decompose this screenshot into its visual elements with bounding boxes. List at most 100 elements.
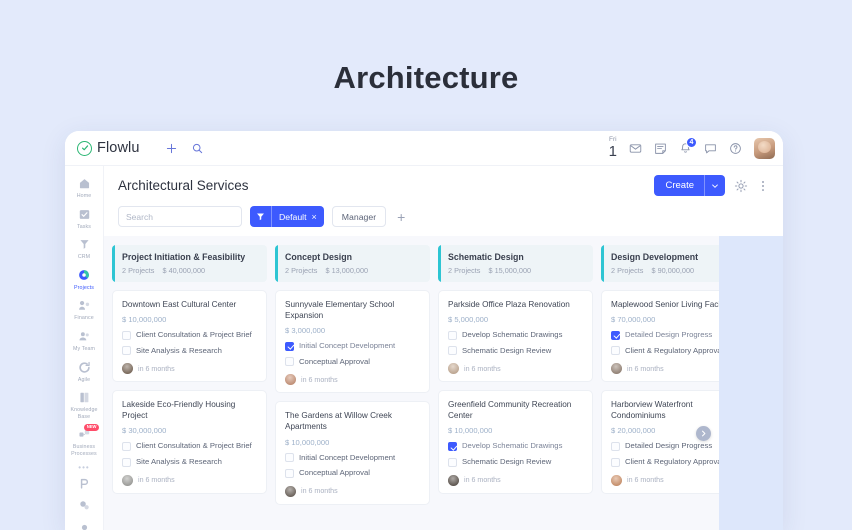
date-indicator[interactable]: Fri 1 (609, 136, 617, 159)
assignee-avatar[interactable] (611, 363, 622, 375)
help-icon[interactable] (729, 142, 742, 155)
column-meta: 2 Projects $ 15,000,000 (448, 266, 584, 275)
checkbox-icon[interactable] (122, 441, 131, 451)
assignee-avatar[interactable] (448, 474, 459, 486)
card-due: in 6 months (301, 487, 338, 496)
mail-icon[interactable] (629, 142, 642, 155)
add-view-button[interactable]: + (394, 210, 408, 224)
notes-icon[interactable] (654, 142, 667, 155)
view-tab-manager[interactable]: Manager (331, 206, 387, 227)
card-task[interactable]: Conceptual Approval (285, 357, 420, 367)
assignee-avatar[interactable] (285, 485, 296, 497)
sidebar-label-crm: CRM (77, 254, 91, 261)
app-window: Flowlu Fri 1 4 Home Tasks CRM Projects F… (65, 131, 783, 530)
sidebar-item-my-team[interactable]: My Team (65, 325, 103, 356)
sidebar-item-crm[interactable]: CRM (65, 233, 103, 264)
card-due: in 6 months (464, 476, 501, 485)
checkbox-icon[interactable] (611, 457, 620, 467)
card-task[interactable]: Site Analysis & Research (122, 346, 257, 356)
chevron-down-icon[interactable] (705, 175, 725, 196)
assignee-avatar[interactable] (285, 374, 296, 386)
brand-name: Flowlu (97, 140, 140, 156)
card-title: Parkside Office Plaza Renovation (448, 300, 570, 309)
sidebar-item-projects[interactable]: Projects (65, 264, 103, 295)
card-task[interactable]: Site Analysis & Research (122, 457, 257, 467)
card-amount: $ 3,000,000 (285, 326, 326, 336)
task-label: Site Analysis & Research (136, 457, 222, 467)
sidebar-label-my-team: My Team (72, 346, 96, 353)
sidebar-item-finance[interactable]: Finance (65, 294, 103, 325)
bell-icon[interactable]: 4 (679, 136, 697, 155)
checkbox-checked-icon[interactable] (285, 341, 294, 351)
sidebar-item-portal[interactable] (65, 472, 103, 494)
project-card[interactable]: Downtown East Cultural Center $ 10,000,0… (112, 290, 267, 383)
chevron-right-icon[interactable] (696, 426, 711, 441)
sidebar-label-tasks: Tasks (76, 223, 92, 230)
column-header[interactable]: Concept Design 2 Projects $ 13,000,000 (275, 245, 430, 282)
brand-logo[interactable]: Flowlu (77, 140, 140, 156)
kanban-board: Project Initiation & Feasibility 2 Proje… (104, 236, 783, 530)
card-task[interactable]: Schematic Design Review (448, 346, 583, 356)
project-card[interactable]: Sunnyvale Elementary School Expansion $ … (275, 290, 430, 394)
filter-chip-label: Default (279, 211, 307, 222)
sidebar-item-home[interactable]: Home (65, 172, 103, 203)
column-header[interactable]: Schematic Design 2 Projects $ 15,000,000 (438, 245, 593, 282)
column-header[interactable]: Project Initiation & Feasibility 2 Proje… (112, 245, 267, 282)
more-vertical-icon[interactable] (757, 179, 769, 193)
close-icon[interactable]: × (312, 212, 324, 222)
create-button[interactable]: Create (654, 175, 725, 196)
sidebar-item-knowledge-base[interactable]: Knowledge Base (65, 386, 103, 423)
project-card[interactable]: The Gardens at Willow Creek Apartments $… (275, 401, 430, 505)
sidebar-item-tasks[interactable]: Tasks (65, 203, 103, 234)
project-card[interactable]: Greenfield Community Recreation Center $… (438, 390, 593, 494)
avatar[interactable] (754, 137, 775, 159)
column-title: Project Initiation & Feasibility (122, 252, 246, 262)
chat-icon[interactable] (704, 142, 717, 155)
card-task[interactable]: Schematic Design Review (448, 457, 583, 467)
plus-icon[interactable] (166, 143, 177, 154)
sidebar-item-more[interactable] (65, 516, 103, 530)
card-task[interactable]: Initial Concept Development (285, 453, 420, 463)
card-task[interactable]: Develop Schematic Drawings (448, 441, 583, 451)
card-task[interactable]: Develop Schematic Drawings (448, 330, 583, 340)
checkbox-icon[interactable] (448, 330, 457, 340)
card-task[interactable]: Conceptual Approval (285, 468, 420, 478)
checkbox-icon[interactable] (122, 457, 131, 467)
checkbox-icon[interactable] (285, 468, 294, 478)
checkbox-icon[interactable] (122, 346, 131, 356)
checkbox-checked-icon[interactable] (611, 330, 620, 340)
checkbox-icon[interactable] (122, 330, 131, 340)
card-task[interactable]: Client Consultation & Project Brief (122, 441, 257, 451)
checkbox-icon[interactable] (448, 457, 457, 467)
assignee-avatar[interactable] (448, 363, 459, 375)
checkbox-icon[interactable] (285, 453, 294, 462)
portal-icon (77, 476, 92, 491)
project-card[interactable]: Lakeside Eco-Friendly Housing Project $ … (112, 390, 267, 494)
column-amount: $ 90,000,000 (651, 266, 695, 275)
assignee-avatar[interactable] (122, 363, 133, 375)
card-task[interactable]: Client Consultation & Project Brief (122, 330, 257, 340)
home-icon (77, 176, 92, 191)
card-task[interactable]: Initial Concept Development (285, 341, 420, 351)
sidebar-item-business-processes[interactable]: NEW Business Processes (65, 423, 103, 460)
knowledge-base-icon (77, 390, 92, 405)
search-icon[interactable] (192, 143, 203, 154)
card-due: in 6 months (627, 364, 664, 373)
filter-chip-default[interactable]: Default × (250, 206, 324, 227)
checkbox-icon[interactable] (448, 346, 457, 356)
checkbox-icon[interactable] (611, 346, 620, 356)
task-label: Detailed Design Progress (625, 330, 713, 340)
search-input[interactable] (118, 206, 242, 227)
sidebar-item-apps[interactable] (65, 494, 103, 516)
assignee-avatar[interactable] (122, 474, 133, 486)
checkbox-icon[interactable] (285, 357, 294, 367)
column-title: Concept Design (285, 252, 352, 262)
sidebar-item-agile[interactable]: Agile (65, 356, 103, 387)
gear-icon[interactable] (734, 179, 748, 193)
project-card[interactable]: Parkside Office Plaza Renovation $ 5,000… (438, 290, 593, 383)
card-title: Downtown East Cultural Center (122, 300, 237, 309)
checkbox-checked-icon[interactable] (448, 441, 457, 451)
sidebar-label-knowledge-base: Knowledge Base (70, 407, 98, 420)
checkbox-icon[interactable] (611, 441, 620, 451)
assignee-avatar[interactable] (611, 474, 622, 486)
